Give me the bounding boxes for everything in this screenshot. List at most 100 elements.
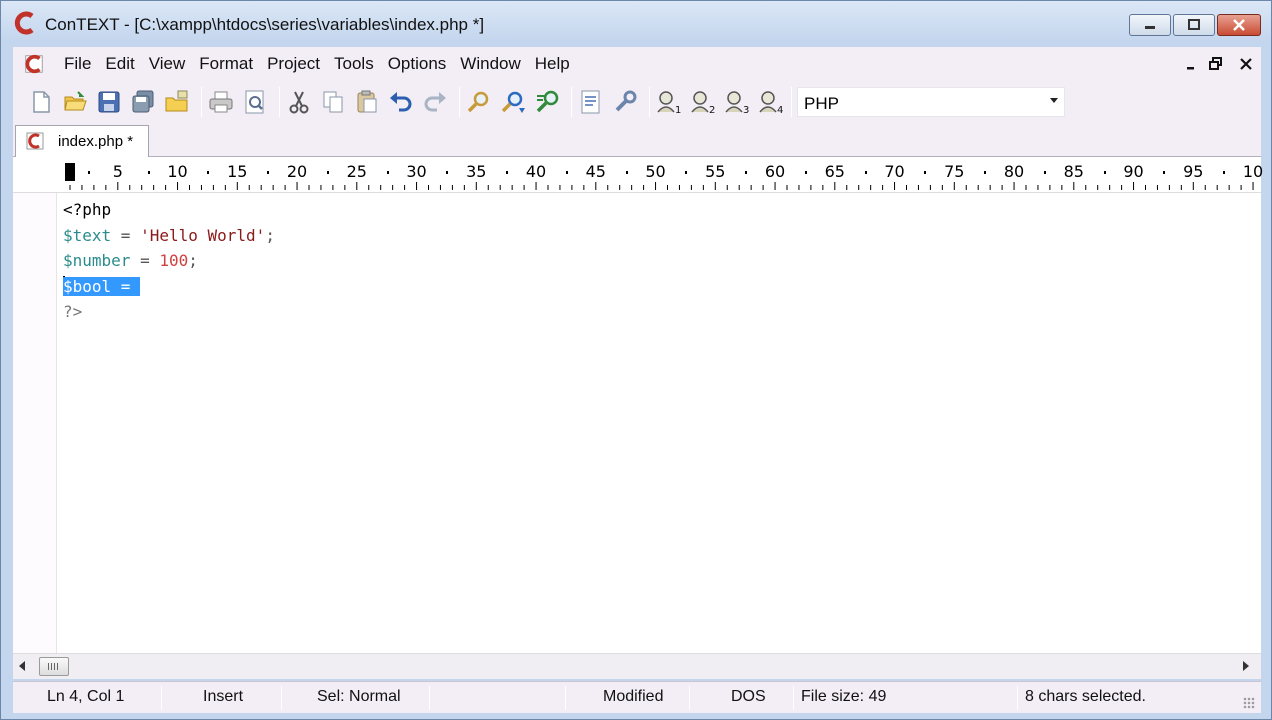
- ruler-label: 55: [705, 162, 726, 181]
- menu-tools[interactable]: Tools: [327, 54, 381, 74]
- ruler-dot: [804, 171, 807, 174]
- copy-icon[interactable]: [319, 88, 347, 116]
- ruler-dot: [924, 171, 927, 174]
- close-icon: [1233, 19, 1245, 31]
- ruler-label: 5: [112, 162, 123, 181]
- ruler-dot: [1043, 171, 1046, 174]
- ruler-label: 40: [525, 162, 547, 181]
- ruler-label: 70: [884, 162, 905, 181]
- ruler-cursor-marker: [65, 163, 75, 181]
- ruler-label: 85: [1063, 162, 1084, 181]
- editor-gutter[interactable]: [13, 193, 57, 653]
- undo-icon[interactable]: [387, 88, 415, 116]
- operator-token: =: [111, 225, 141, 245]
- ruler-label: 10: [1242, 162, 1264, 181]
- resize-grip-icon[interactable]: [1243, 697, 1255, 709]
- operator-token: =: [130, 251, 160, 270]
- code-line-1[interactable]: <?php: [63, 197, 275, 223]
- close-button[interactable]: [1217, 14, 1261, 36]
- ruler-label: 75: [944, 162, 965, 181]
- user-command-3-icon[interactable]: 3: [723, 88, 751, 116]
- menu-window[interactable]: Window: [453, 54, 527, 74]
- status-separator: [281, 686, 282, 710]
- code-line-4[interactable]: $bool =: [63, 274, 275, 300]
- print-preview-icon[interactable]: [241, 88, 269, 116]
- save-all-icon[interactable]: [129, 88, 157, 116]
- toolbar: 1 2 3 4 PHP: [13, 81, 1261, 123]
- status-separator: [793, 686, 794, 710]
- status-insert-mode[interactable]: Insert: [203, 688, 243, 706]
- tab-index-php[interactable]: index.php *: [15, 125, 149, 157]
- scrollbar-thumb[interactable]: [39, 657, 69, 676]
- ruler-dot: [147, 171, 150, 174]
- menu-project[interactable]: Project: [260, 54, 327, 74]
- mdi-minimize-icon[interactable]: [1185, 59, 1197, 71]
- code-content[interactable]: <?php $text = 'Hello World'; $number = 1…: [63, 197, 275, 325]
- status-selection-mode[interactable]: Sel: Normal: [317, 688, 401, 706]
- ruler-dot: [506, 171, 509, 174]
- menu-help[interactable]: Help: [528, 54, 577, 74]
- menu-options[interactable]: Options: [381, 54, 454, 74]
- toolbar-separator: [279, 87, 280, 117]
- chevron-down-icon: [1050, 98, 1058, 103]
- open-folder-icon[interactable]: [61, 88, 89, 116]
- code-line-2[interactable]: $text = 'Hello World';: [63, 223, 275, 249]
- settings-icon[interactable]: [611, 88, 639, 116]
- semicolon-token: ;: [265, 225, 275, 245]
- window-title: ConTEXT - [C:\xampp\htdocs\series\variab…: [45, 15, 485, 34]
- php-file-icon: [26, 132, 44, 150]
- user-command-1-icon[interactable]: 1: [655, 88, 683, 116]
- grip-icon: [48, 663, 60, 670]
- ruler-dot: [1163, 171, 1166, 174]
- user-command-2-icon[interactable]: 2: [689, 88, 717, 116]
- cut-icon[interactable]: [285, 88, 313, 116]
- code-line-3[interactable]: $number = 100;: [63, 248, 275, 274]
- language-select[interactable]: PHP: [797, 87, 1065, 117]
- find-icon[interactable]: [465, 88, 493, 116]
- title-bar[interactable]: ConTEXT - [C:\xampp\htdocs\series\variab…: [1, 1, 1271, 45]
- status-separator: [1017, 686, 1018, 710]
- horizontal-scrollbar[interactable]: [13, 653, 1261, 679]
- maximize-button[interactable]: [1173, 14, 1215, 36]
- ruler-label: 35: [466, 162, 487, 181]
- scroll-right-arrow-icon[interactable]: [1243, 661, 1249, 671]
- status-file-size: File size: 49: [801, 688, 887, 705]
- ruler-dot: [446, 171, 449, 174]
- variable-token: $text: [63, 225, 112, 245]
- ruler-dot: [864, 171, 867, 174]
- status-line-endings[interactable]: DOS: [731, 688, 766, 706]
- ruler-dot: [207, 171, 210, 174]
- mdi-restore-icon[interactable]: [1209, 57, 1223, 71]
- menu-edit[interactable]: Edit: [98, 54, 141, 74]
- ruler-dot: [326, 171, 329, 174]
- toolbar-separator: [459, 87, 460, 117]
- selected-text[interactable]: $bool =: [63, 276, 141, 296]
- find-next-icon[interactable]: [499, 88, 527, 116]
- code-line-5[interactable]: ?>: [63, 299, 275, 325]
- menu-format[interactable]: Format: [192, 54, 260, 74]
- paste-icon[interactable]: [353, 88, 381, 116]
- code-editor[interactable]: <?php $text = 'Hello World'; $number = 1…: [13, 193, 1261, 653]
- menu-view[interactable]: View: [142, 54, 193, 74]
- status-separator: [689, 686, 690, 710]
- ruler-dot: [565, 171, 568, 174]
- minimize-button[interactable]: [1129, 14, 1171, 36]
- ruler-label: 25: [346, 162, 367, 181]
- document-logo-icon[interactable]: [23, 53, 45, 75]
- redo-icon[interactable]: [421, 88, 449, 116]
- user-command-3-number: 3: [743, 105, 749, 116]
- column-ruler: 5 10 15 20 25 30 35 40 45 50 55 60 65 70 75 80 85 90 95 10: [13, 157, 1264, 193]
- replace-icon[interactable]: [533, 88, 561, 116]
- open-project-icon[interactable]: [163, 88, 191, 116]
- status-separator: [429, 686, 430, 710]
- mdi-close-icon[interactable]: [1239, 57, 1253, 71]
- export-icon[interactable]: [577, 88, 605, 116]
- print-icon[interactable]: [207, 88, 235, 116]
- ruler-label: 20: [286, 162, 308, 181]
- new-file-icon[interactable]: [27, 88, 55, 116]
- save-icon[interactable]: [95, 88, 123, 116]
- scroll-left-arrow-icon[interactable]: [19, 661, 25, 671]
- context-logo-icon: [14, 11, 34, 35]
- user-command-4-icon[interactable]: 4: [757, 88, 785, 116]
- menu-file[interactable]: File: [57, 54, 98, 74]
